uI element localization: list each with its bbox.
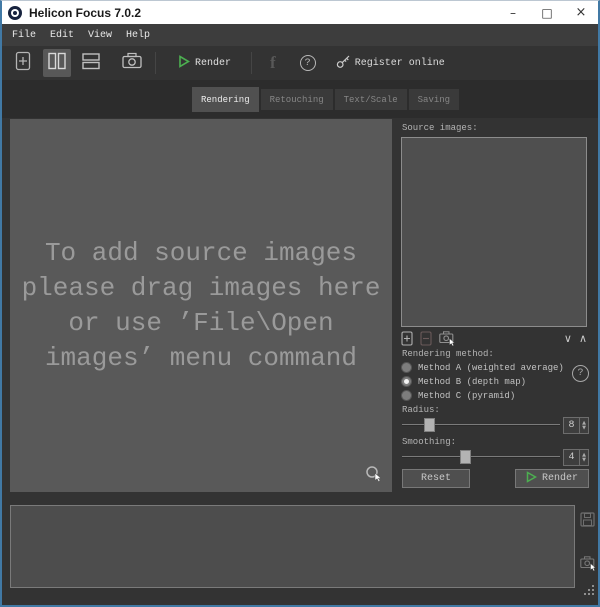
facebook-icon[interactable]: f	[270, 53, 276, 73]
drop-message-line: To add source images	[22, 236, 381, 271]
method-c-option[interactable]: Method C (pyramid)	[401, 390, 515, 401]
vertical-split-icon	[47, 52, 67, 75]
save-log-icon[interactable]	[580, 512, 595, 532]
log-output-box[interactable]	[10, 505, 575, 588]
camera-capture-icon[interactable]	[439, 331, 456, 346]
smoothing-slider-handle[interactable]	[460, 450, 471, 464]
camera-remote-button[interactable]	[118, 49, 146, 77]
radius-slider-handle[interactable]	[424, 418, 435, 432]
add-file-icon	[15, 51, 31, 76]
radius-spinner[interactable]: 8 ▲ ▼	[563, 417, 589, 434]
method-b-radio[interactable]	[401, 376, 412, 387]
menu-file[interactable]: File	[5, 30, 43, 41]
toolbar-render-label: Render	[195, 58, 231, 69]
open-images-button[interactable]	[9, 49, 37, 77]
horizontal-split-view-button[interactable]	[77, 49, 105, 77]
smoothing-slider[interactable]	[402, 449, 560, 465]
window-controls: – □ ×	[496, 1, 598, 24]
content-area: To add source images please drag images …	[2, 118, 598, 605]
drop-message-line: images’ menu command	[22, 341, 381, 376]
horizontal-split-icon	[81, 52, 101, 75]
menu-view[interactable]: View	[81, 30, 119, 41]
drop-message: To add source images please drag images …	[22, 236, 381, 376]
reset-button[interactable]: Reset	[402, 469, 470, 488]
app-logo-icon	[8, 6, 22, 20]
help-icon[interactable]: ?	[300, 55, 316, 71]
toolbar: Render f ? Register online	[2, 46, 598, 80]
menu-edit[interactable]: Edit	[43, 30, 81, 41]
tab-strip: Rendering Retouching Text/Scale Saving	[2, 80, 598, 118]
method-a-label: Method A (weighted average)	[418, 363, 564, 373]
camera-capture-icon[interactable]	[580, 556, 597, 576]
radius-value: 8	[564, 420, 579, 431]
register-online-label: Register online	[355, 58, 445, 69]
spin-down-icon[interactable]: ▼	[582, 458, 586, 463]
reset-label: Reset	[421, 473, 451, 484]
method-b-option[interactable]: Method B (depth map)	[401, 376, 526, 387]
source-images-label: Source images:	[402, 123, 478, 133]
method-c-label: Method C (pyramid)	[418, 391, 515, 401]
app-window: Helicon Focus 7.0.2 – □ × File Edit View…	[0, 0, 600, 607]
toolbar-render-button[interactable]: Render	[178, 55, 231, 72]
move-down-icon[interactable]: ∨	[564, 333, 572, 344]
radius-label: Radius:	[402, 405, 440, 415]
rendering-method-label: Rendering method:	[402, 349, 494, 359]
tab-text-scale[interactable]: Text/Scale	[335, 89, 407, 110]
source-images-list[interactable]	[401, 137, 587, 327]
tab-saving[interactable]: Saving	[409, 89, 459, 110]
drop-message-line: or use ’File\Open	[22, 306, 381, 341]
add-images-icon[interactable]	[401, 331, 413, 346]
method-c-radio[interactable]	[401, 390, 412, 401]
source-list-toolbar: ∨ ∧	[401, 330, 587, 346]
vertical-split-view-button[interactable]	[43, 49, 71, 77]
resize-grip[interactable]	[584, 583, 595, 601]
key-icon	[336, 54, 351, 73]
move-up-icon[interactable]: ∧	[579, 333, 587, 344]
image-drop-area[interactable]: To add source images please drag images …	[10, 119, 392, 492]
radius-slider[interactable]	[402, 417, 560, 433]
method-a-radio[interactable]	[401, 362, 412, 373]
render-label: Render	[542, 473, 578, 484]
maximize-button[interactable]: □	[530, 1, 564, 24]
titlebar[interactable]: Helicon Focus 7.0.2 – □ ×	[2, 1, 598, 24]
drop-message-line: please drag images here	[22, 271, 381, 306]
method-a-option[interactable]: Method A (weighted average)	[401, 362, 564, 373]
remove-images-icon[interactable]	[420, 331, 432, 346]
zoom-magnifier-icon[interactable]	[364, 464, 384, 484]
play-icon	[526, 471, 537, 487]
render-button[interactable]: Render	[515, 469, 589, 488]
play-icon	[178, 55, 190, 72]
camera-icon	[122, 52, 142, 74]
register-online-button[interactable]: Register online	[336, 54, 445, 73]
menu-help[interactable]: Help	[119, 30, 157, 41]
menubar: File Edit View Help	[2, 24, 598, 46]
close-button[interactable]: ×	[564, 1, 598, 24]
smoothing-slider-track[interactable]	[402, 456, 560, 458]
minimize-button[interactable]: –	[496, 1, 530, 24]
tab-retouching[interactable]: Retouching	[261, 89, 333, 110]
spin-down-icon[interactable]: ▼	[582, 426, 586, 431]
method-b-label: Method B (depth map)	[418, 377, 526, 387]
method-help-icon[interactable]: ?	[572, 365, 589, 382]
smoothing-spinner[interactable]: 4 ▲ ▼	[563, 449, 589, 466]
smoothing-value: 4	[564, 452, 579, 463]
smoothing-label: Smoothing:	[402, 437, 456, 447]
window-title: Helicon Focus 7.0.2	[29, 6, 141, 20]
toolbar-separator	[155, 52, 156, 74]
tab-rendering[interactable]: Rendering	[192, 87, 259, 112]
toolbar-separator	[251, 52, 252, 74]
